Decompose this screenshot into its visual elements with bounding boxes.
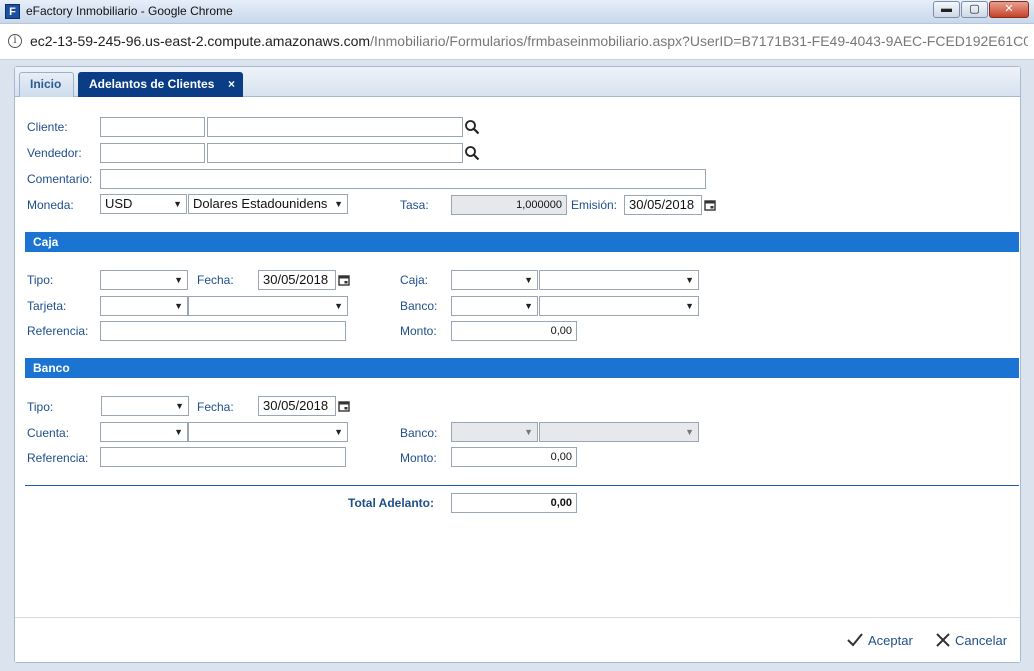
- cliente-name-input[interactable]: [207, 117, 463, 137]
- accept-button[interactable]: Aceptar: [846, 632, 913, 648]
- maximize-button[interactable]: ▢: [961, 1, 988, 18]
- info-icon[interactable]: i: [8, 34, 22, 48]
- moneda-name-value: Dolares Estadounidens: [193, 196, 328, 211]
- chevron-down-icon: ▼: [173, 199, 182, 209]
- banco-banco-label: Banco:: [400, 426, 438, 440]
- chevron-down-icon: ▼: [175, 401, 184, 411]
- calendar-icon[interactable]: [338, 274, 350, 286]
- banco-code-select: ▼: [451, 422, 538, 442]
- accept-label: Aceptar: [868, 633, 913, 648]
- caja-name-select[interactable]: ▼: [539, 270, 699, 290]
- content-frame: Inicio Adelantos de Clientes × Cliente: …: [14, 66, 1021, 663]
- search-icon[interactable]: [464, 145, 480, 161]
- banco-referencia-label: Referencia:: [27, 451, 89, 465]
- caja-tarjeta-label: Tarjeta:: [27, 299, 67, 313]
- chevron-down-icon: ▼: [685, 427, 694, 437]
- check-icon: [847, 633, 863, 647]
- tasa-input: 1,000000: [451, 195, 567, 215]
- caja-fecha-label: Fecha:: [197, 273, 234, 287]
- divider: [25, 485, 1019, 486]
- chevron-down-icon: ▼: [174, 301, 183, 311]
- chevron-down-icon: ▼: [334, 199, 343, 209]
- chevron-down-icon: ▼: [334, 301, 343, 311]
- close-icon: [936, 633, 950, 647]
- search-icon[interactable]: [464, 119, 480, 135]
- comentario-label: Comentario:: [27, 172, 93, 186]
- cliente-code-input[interactable]: [100, 117, 205, 137]
- dialog-footer: Aceptar Cancelar: [15, 617, 1020, 662]
- close-tab-icon[interactable]: ×: [228, 73, 235, 96]
- cuenta-name-select[interactable]: ▼: [188, 422, 348, 442]
- caja-tipo-label: Tipo:: [27, 273, 54, 287]
- caja-banco-code-select[interactable]: ▼: [451, 296, 538, 316]
- cancel-button[interactable]: Cancelar: [935, 632, 1007, 648]
- emision-date-input[interactable]: 30/05/2018: [624, 195, 702, 215]
- url-host: ec2-13-59-245-96.us-east-2.compute.amazo…: [30, 33, 371, 49]
- moneda-label: Moneda:: [27, 198, 74, 212]
- chevron-down-icon: ▼: [685, 275, 694, 285]
- banco-tipo-label: Tipo:: [27, 400, 54, 414]
- banco-name-select: ▼: [539, 422, 699, 442]
- banco-fecha-label: Fecha:: [197, 400, 234, 414]
- caja-banco-label: Banco:: [400, 299, 438, 313]
- cancel-label: Cancelar: [955, 633, 1008, 648]
- chevron-down-icon: ▼: [685, 301, 694, 311]
- tab-inicio[interactable]: Inicio: [19, 72, 74, 97]
- caja-referencia-label: Referencia:: [27, 324, 89, 338]
- chevron-down-icon: ▼: [524, 301, 533, 311]
- comentario-input[interactable]: [100, 169, 706, 189]
- caja-section-header: Caja: [25, 232, 1019, 252]
- minimize-button[interactable]: ▬: [933, 1, 960, 18]
- cuenta-code-select[interactable]: ▼: [100, 422, 188, 442]
- banco-section-header: Banco: [25, 358, 1019, 378]
- chevron-down-icon: ▼: [174, 275, 183, 285]
- window-title: eFactory Inmobiliario - Google Chrome: [26, 4, 233, 18]
- app-icon: F: [5, 4, 20, 19]
- caja-referencia-input[interactable]: [100, 321, 346, 341]
- url-text[interactable]: ec2-13-59-245-96.us-east-2.compute.amazo…: [30, 33, 1028, 49]
- tarjeta-name-select[interactable]: ▼: [188, 296, 348, 316]
- chevron-down-icon: ▼: [334, 427, 343, 437]
- banco-fecha-input[interactable]: 30/05/2018: [258, 396, 336, 416]
- address-bar[interactable]: i ec2-13-59-245-96.us-east-2.compute.ama…: [0, 24, 1034, 60]
- caja-monto-label: Monto:: [400, 324, 437, 338]
- banco-referencia-input[interactable]: [100, 447, 346, 467]
- vendedor-name-input[interactable]: [207, 143, 463, 163]
- banco-monto-label: Monto:: [400, 451, 437, 465]
- calendar-icon[interactable]: [338, 400, 350, 412]
- moneda-code-select[interactable]: USD ▼: [100, 194, 187, 214]
- title-bar: F eFactory Inmobiliario - Google Chrome …: [0, 0, 1034, 24]
- chevron-down-icon: ▼: [524, 275, 533, 285]
- caja-fecha-input[interactable]: 30/05/2018: [258, 270, 336, 290]
- cliente-label: Cliente:: [27, 120, 68, 134]
- chevron-down-icon: ▼: [524, 427, 533, 437]
- vendedor-code-input[interactable]: [100, 143, 205, 163]
- calendar-icon[interactable]: [704, 199, 716, 211]
- emision-label: Emisión:: [571, 198, 618, 212]
- tab-adelantos-de-clientes[interactable]: Adelantos de Clientes ×: [78, 72, 243, 97]
- moneda-code-value: USD: [105, 196, 133, 211]
- total-adelanto-input: 0,00: [451, 493, 577, 513]
- moneda-name-select[interactable]: Dolares Estadounidens ▼: [188, 194, 348, 214]
- banco-cuenta-label: Cuenta:: [27, 426, 70, 440]
- tab-strip: Inicio Adelantos de Clientes ×: [15, 67, 1020, 97]
- caja-code-select[interactable]: ▼: [451, 270, 538, 290]
- caja-monto-input[interactable]: 0,00: [451, 321, 577, 341]
- tarjeta-code-select[interactable]: ▼: [100, 296, 188, 316]
- close-window-button[interactable]: ✕: [989, 1, 1029, 18]
- total-adelanto-label: Total Adelanto:: [348, 496, 434, 510]
- tasa-label: Tasa:: [400, 198, 429, 212]
- url-path: /Inmobiliario/Formularios/frmbaseinmobil…: [370, 33, 1028, 49]
- vendedor-label: Vendedor:: [27, 146, 82, 160]
- banco-tipo-select[interactable]: ▼: [101, 396, 189, 416]
- caja-banco-name-select[interactable]: ▼: [539, 296, 699, 316]
- caja-caja-label: Caja:: [400, 273, 429, 287]
- caja-tipo-select[interactable]: ▼: [100, 270, 188, 290]
- banco-monto-input[interactable]: 0,00: [451, 447, 577, 467]
- chevron-down-icon: ▼: [174, 427, 183, 437]
- tab-label: Adelantos de Clientes: [89, 77, 215, 91]
